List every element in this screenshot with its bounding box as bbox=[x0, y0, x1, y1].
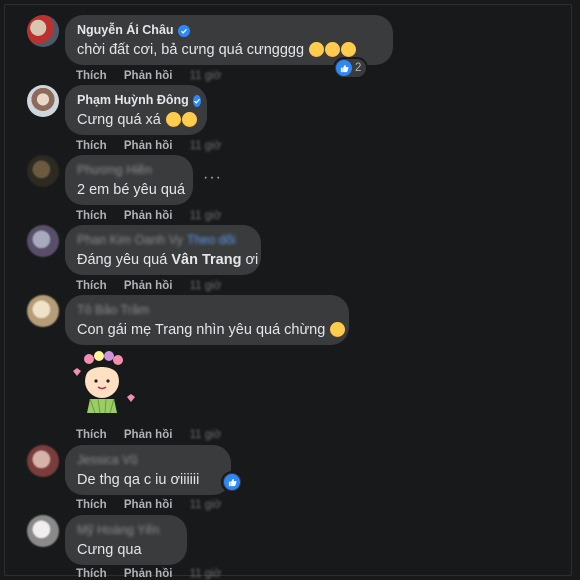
comment-bubble: Phạm Huỳnh Đông Cưng quá xá bbox=[65, 85, 207, 135]
avatar[interactable] bbox=[27, 225, 59, 257]
comment-author[interactable]: Tô Bảo Trâm bbox=[77, 303, 149, 318]
reply-link[interactable]: Phản hồi bbox=[124, 568, 173, 580]
reply-link[interactable]: Phản hồi bbox=[124, 210, 173, 222]
avatar[interactable] bbox=[27, 515, 59, 547]
comment-author[interactable]: Phan Kim Oanh Vy bbox=[77, 233, 183, 248]
heart-eyes-emoji-icon bbox=[325, 42, 341, 57]
comment-author[interactable]: Phương Hiền bbox=[77, 163, 152, 178]
sticker-image[interactable] bbox=[65, 347, 139, 421]
follow-link[interactable]: Theo dõi bbox=[187, 233, 236, 248]
comment-bubble: Mỹ Hoàng Yến Cưng qua bbox=[65, 515, 187, 565]
avatar[interactable] bbox=[27, 85, 59, 117]
timestamp[interactable]: 11 giờ bbox=[190, 280, 222, 292]
timestamp[interactable]: 11 giờ bbox=[190, 210, 222, 222]
reply-link[interactable]: Phản hồi bbox=[124, 140, 173, 152]
avatar[interactable] bbox=[27, 445, 59, 477]
comment-bubble: Nguyễn Ái Châu chời đất cơi, bả cưng quá… bbox=[65, 15, 393, 65]
comment-actions: Thích Phản hồi 11 giờ bbox=[76, 210, 235, 222]
heart-eyes-emoji-icon bbox=[341, 42, 357, 57]
comment-bubble: Phan Kim Oanh Vy Theo dõi Đáng yêu quá V… bbox=[65, 225, 261, 275]
like-link[interactable]: Thích bbox=[76, 429, 107, 441]
comment-section: Nguyễn Ái Châu chời đất cơi, bả cưng quá… bbox=[4, 4, 572, 580]
avatar[interactable] bbox=[27, 155, 59, 187]
kissing-heart-emoji-icon bbox=[330, 322, 346, 337]
comment-text: 2 em bé yêu quá bbox=[77, 182, 186, 198]
verified-badge-icon bbox=[192, 94, 201, 107]
comment-actions: Thích Phản hồi 11 giờ bbox=[76, 499, 235, 511]
timestamp[interactable]: 11 giờ bbox=[190, 499, 222, 511]
heart-eyes-emoji-icon bbox=[309, 42, 325, 57]
comment-bubble: Tô Bảo Trâm Con gái mẹ Trang nhìn yêu qu… bbox=[65, 295, 349, 345]
comment-text: chời đất cơi, bả cưng quá cưngggg bbox=[77, 40, 381, 60]
reply-link[interactable]: Phản hồi bbox=[124, 280, 173, 292]
more-options-icon[interactable]: ··· bbox=[203, 169, 222, 187]
comment-bubble: Jessica Vũ De thg qa c iu ơiiiiii bbox=[65, 445, 231, 495]
comment-text: Con gái mẹ Trang nhìn yêu quá chừng bbox=[77, 320, 346, 340]
like-link[interactable]: Thích bbox=[76, 70, 107, 82]
comment-text: De thg qa c iu ơiiiiii bbox=[77, 472, 200, 488]
avatar[interactable] bbox=[27, 295, 59, 327]
mention-link[interactable]: Vân Trang bbox=[171, 252, 241, 268]
comment-text: Đáng yêu quá Vân Trang ơi bbox=[77, 252, 259, 268]
reply-link[interactable]: Phản hồi bbox=[124, 70, 173, 82]
comment-actions: Thích Phản hồi 11 giờ bbox=[76, 429, 235, 441]
heart-eyes-emoji-icon bbox=[181, 112, 197, 127]
like-link[interactable]: Thích bbox=[76, 280, 107, 292]
like-reaction-icon bbox=[224, 474, 240, 490]
like-link[interactable]: Thích bbox=[76, 140, 107, 152]
comment-author[interactable]: Phạm Huỳnh Đông bbox=[77, 93, 189, 108]
like-link[interactable]: Thích bbox=[76, 499, 107, 511]
reaction-count[interactable]: 2 bbox=[335, 59, 367, 77]
heart-eyes-emoji-icon bbox=[165, 112, 181, 127]
timestamp[interactable]: 11 giờ bbox=[190, 568, 222, 580]
comment-author[interactable]: Mỹ Hoàng Yến bbox=[77, 523, 159, 538]
reply-link[interactable]: Phản hồi bbox=[124, 429, 173, 441]
comment-author[interactable]: Jessica Vũ bbox=[77, 453, 137, 468]
comment-author[interactable]: Nguyễn Ái Châu bbox=[77, 23, 174, 38]
comment-text: Cưng qua bbox=[77, 542, 142, 558]
verified-badge-icon bbox=[177, 24, 190, 37]
reaction-count[interactable] bbox=[223, 473, 241, 491]
like-reaction-icon bbox=[336, 60, 352, 76]
avatar[interactable] bbox=[27, 15, 59, 47]
timestamp[interactable]: 11 giờ bbox=[190, 70, 222, 82]
comment-bubble: Phương Hiền 2 em bé yêu quá bbox=[65, 155, 193, 205]
comment-actions: Thích Phản hồi 11 giờ bbox=[76, 568, 235, 580]
like-link[interactable]: Thích bbox=[76, 210, 107, 222]
comment-text: Cưng quá xá bbox=[77, 110, 197, 130]
like-link[interactable]: Thích bbox=[76, 568, 107, 580]
comment-actions: Thích Phản hồi 11 giờ bbox=[76, 70, 235, 82]
timestamp[interactable]: 11 giờ bbox=[190, 140, 222, 152]
comment-actions: Thích Phản hồi 11 giờ bbox=[76, 280, 235, 292]
comment-actions: Thích Phản hồi 11 giờ bbox=[76, 140, 235, 152]
timestamp[interactable]: 11 giờ bbox=[190, 429, 222, 441]
reply-link[interactable]: Phản hồi bbox=[124, 499, 173, 511]
